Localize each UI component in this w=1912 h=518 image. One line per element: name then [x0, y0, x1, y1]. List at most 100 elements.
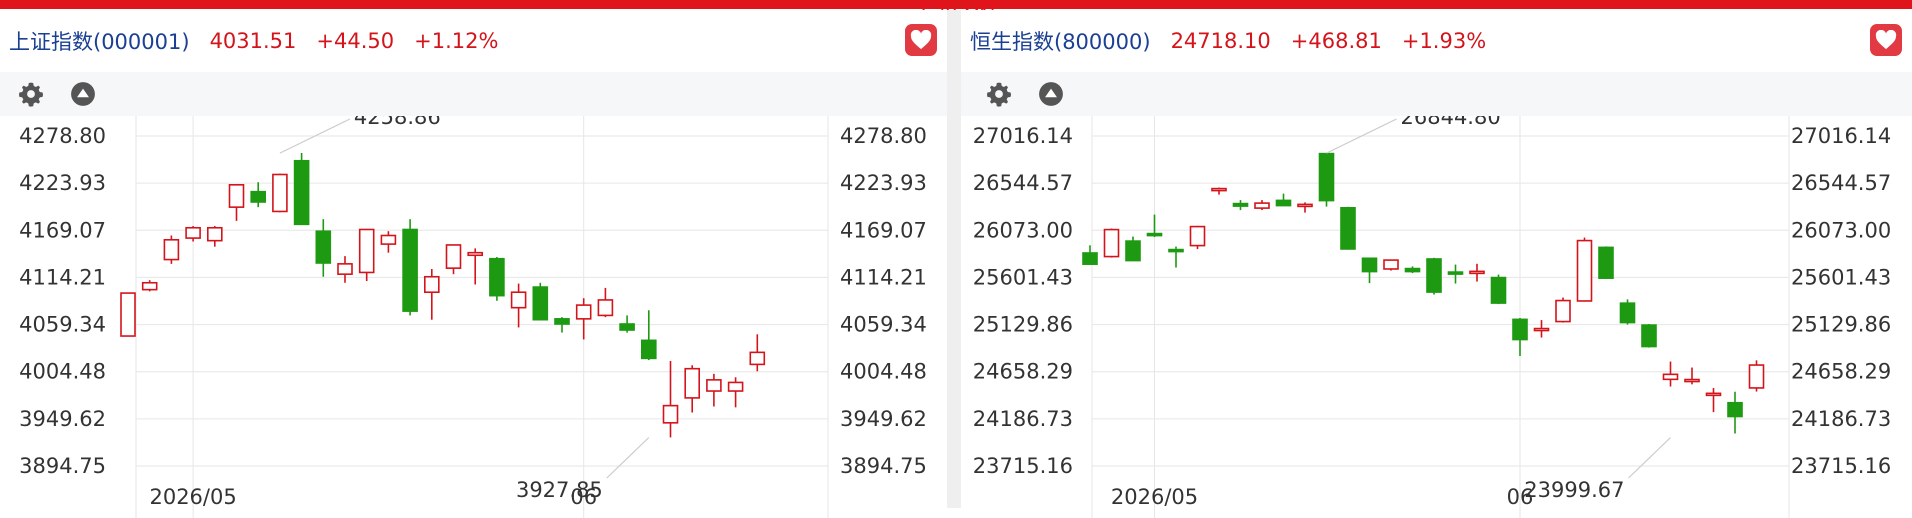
y-tick-label-left: 25601.43	[973, 265, 1073, 289]
candle[interactable]	[1297, 202, 1313, 213]
candle-body	[1211, 187, 1227, 192]
candle[interactable]	[467, 248, 484, 285]
candle[interactable]	[1727, 391, 1743, 434]
candle[interactable]	[1533, 320, 1550, 338]
candle[interactable]	[1598, 246, 1614, 279]
candle-body	[1318, 152, 1335, 202]
y-tick-label-left: 4223.93	[19, 171, 106, 195]
candle[interactable]	[1318, 152, 1335, 207]
candle[interactable]	[1426, 257, 1442, 295]
candle[interactable]	[1662, 361, 1679, 387]
quote-header: 上证指数(000001) 4031.51 +44.50 +1.12%	[0, 22, 947, 60]
candlestick-chart-hangseng[interactable]: 27016.14 27016.14 26544.57 26544.57 26073.00…	[961, 116, 1912, 518]
candle[interactable]	[1641, 324, 1657, 348]
x-tick-label: 2026/05	[149, 485, 236, 509]
candle[interactable]	[1383, 259, 1399, 271]
y-tick-label-left: 24186.73	[973, 407, 1073, 431]
candle[interactable]	[141, 280, 158, 292]
candle[interactable]	[1146, 214, 1163, 238]
candle[interactable]	[1082, 245, 1098, 265]
candle[interactable]	[749, 334, 766, 372]
candle[interactable]	[489, 256, 505, 301]
candle[interactable]	[1125, 236, 1141, 262]
y-tick-label-left: 3894.75	[19, 454, 106, 478]
candle-body	[228, 184, 245, 208]
candle[interactable]	[510, 283, 527, 328]
candle[interactable]	[684, 365, 701, 413]
candlestick-chart-shanghai[interactable]: 4278.80 4278.80 4223.93 4223.93 4169.07 4169.…	[0, 116, 947, 518]
candle[interactable]	[207, 226, 223, 247]
candle[interactable]	[532, 282, 549, 321]
y-tick-label-left: 25129.86	[973, 313, 1073, 337]
annotation-leader	[1628, 437, 1671, 479]
candle[interactable]	[1748, 360, 1765, 392]
candle[interactable]	[597, 287, 614, 318]
candle[interactable]	[640, 310, 657, 361]
candle[interactable]	[575, 298, 592, 340]
candle[interactable]	[1576, 237, 1593, 302]
candle-body	[163, 238, 180, 261]
candle[interactable]	[337, 256, 353, 283]
favorite-button[interactable]	[905, 24, 937, 56]
candle[interactable]	[163, 235, 180, 264]
candle[interactable]	[1404, 266, 1421, 274]
candle[interactable]	[1490, 274, 1507, 305]
collapse-button[interactable]	[69, 80, 97, 108]
candle[interactable]	[1211, 187, 1227, 195]
y-tick-label-left: 4278.80	[19, 124, 106, 148]
candle[interactable]	[1168, 246, 1184, 268]
y-tick-label-left: 24658.29	[973, 360, 1073, 384]
x-tick-label: 2026/05	[1111, 485, 1198, 509]
candle[interactable]	[1619, 299, 1636, 325]
candle[interactable]	[250, 182, 266, 208]
candle[interactable]	[358, 228, 375, 282]
candle[interactable]	[423, 269, 440, 320]
y-tick-label-left: 26544.57	[973, 171, 1073, 195]
index-name[interactable]: 上证指数(000001)	[9, 26, 190, 56]
candle-body	[1555, 299, 1571, 323]
candle[interactable]	[1512, 318, 1528, 357]
candle[interactable]	[619, 315, 635, 333]
gear-icon	[18, 82, 44, 107]
candle[interactable]	[272, 173, 288, 213]
candle[interactable]	[1340, 206, 1356, 250]
candle-body	[1684, 378, 1700, 383]
candle[interactable]	[380, 231, 397, 253]
candle[interactable]	[1705, 388, 1722, 413]
candle[interactable]	[445, 244, 462, 275]
candle-body	[1146, 232, 1163, 237]
candle-body	[749, 351, 766, 366]
settings-button[interactable]	[17, 80, 45, 108]
favorite-button[interactable]	[1870, 24, 1902, 56]
index-name[interactable]: 恒生指数(800000)	[970, 26, 1151, 56]
candle[interactable]	[1469, 263, 1485, 282]
collapse-button[interactable]	[1037, 80, 1065, 108]
candle[interactable]	[293, 153, 310, 226]
candle-body	[1340, 206, 1356, 250]
candle[interactable]	[727, 377, 744, 408]
candle-body	[1082, 252, 1098, 265]
settings-button[interactable]	[985, 80, 1013, 108]
candle[interactable]	[1189, 225, 1206, 250]
index-change: +468.81	[1290, 29, 1382, 53]
y-tick-label-right: 4169.07	[840, 218, 927, 242]
candle[interactable]	[1555, 297, 1571, 323]
candle[interactable]	[228, 184, 245, 221]
candle[interactable]	[315, 219, 332, 277]
candle-body	[619, 323, 635, 331]
candle[interactable]	[1275, 193, 1292, 207]
candle[interactable]	[1361, 257, 1378, 284]
candle[interactable]	[120, 292, 136, 337]
candle[interactable]	[185, 226, 201, 242]
candle[interactable]	[1447, 264, 1464, 284]
candle[interactable]	[402, 219, 418, 316]
candle[interactable]	[1684, 367, 1700, 385]
y-tick-label-right: 4223.93	[840, 171, 927, 195]
candle[interactable]	[706, 373, 722, 407]
candle[interactable]	[1232, 200, 1249, 211]
candle-body	[423, 275, 440, 294]
candle[interactable]	[662, 360, 679, 438]
candle[interactable]	[1254, 200, 1270, 211]
candle-body	[358, 228, 375, 274]
candle[interactable]	[1103, 228, 1120, 258]
